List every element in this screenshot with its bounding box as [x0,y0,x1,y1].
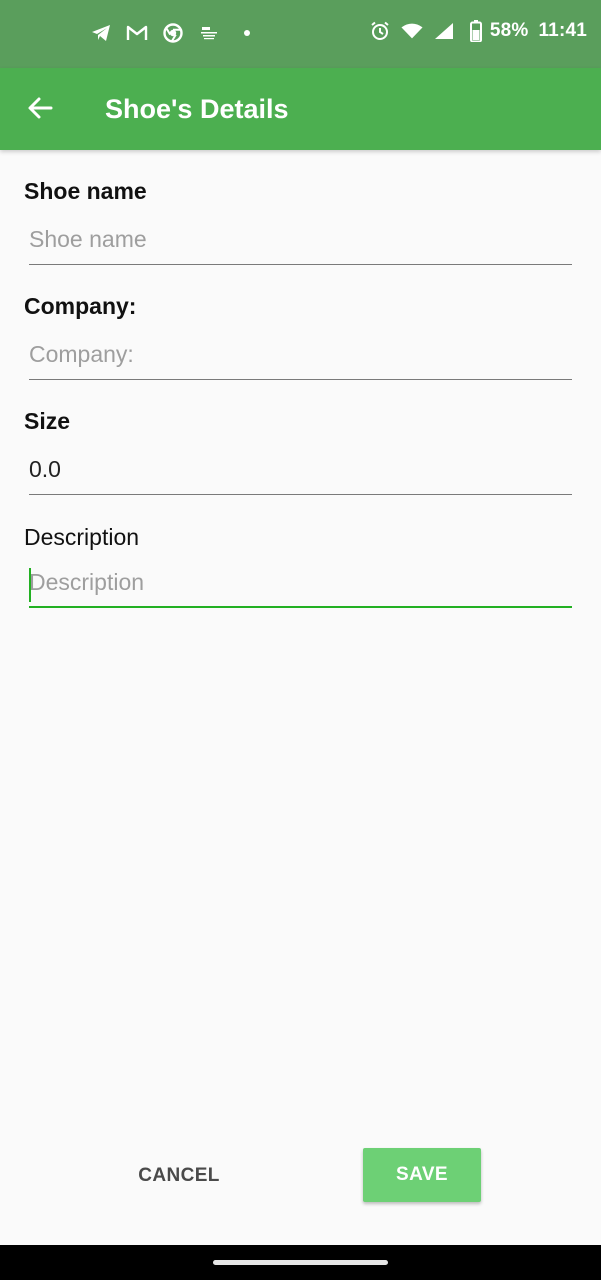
battery-status: 58% [465,20,529,42]
news-app-icon [198,22,220,44]
notification-icons [90,22,250,44]
system-icons: 58% 11:41 [369,20,587,42]
cancel-button[interactable]: CANCEL [118,1150,240,1202]
size-input[interactable] [29,449,572,495]
app-bar: Shoe's Details [0,68,601,150]
status-bar: 58% 11:41 [0,0,601,68]
cellular-signal-icon [433,20,455,42]
telegram-icon [90,22,112,44]
page-title: Shoe's Details [105,94,289,124]
size-label: Size [24,408,71,434]
description-label: Description [24,524,140,550]
navigation-bar [0,1245,601,1280]
arrow-back-icon [28,97,53,119]
more-notifications-dot [244,30,250,36]
company-input[interactable] [29,334,572,380]
company-label: Company: [24,293,137,319]
save-button[interactable]: SAVE [363,1148,481,1202]
shoe-name-input[interactable] [29,219,572,265]
text-cursor [29,568,31,602]
clock: 11:41 [538,20,587,41]
description-input[interactable] [29,562,572,608]
alarm-icon [369,20,391,42]
chrome-icon [162,22,184,44]
battery-icon [465,20,487,42]
shoe-name-label: Shoe name [24,178,147,204]
wifi-icon [401,20,423,42]
gmail-icon [126,22,148,44]
battery-percent: 58% [489,20,529,41]
back-button[interactable] [22,90,58,126]
home-gesture-handle[interactable] [213,1260,388,1265]
